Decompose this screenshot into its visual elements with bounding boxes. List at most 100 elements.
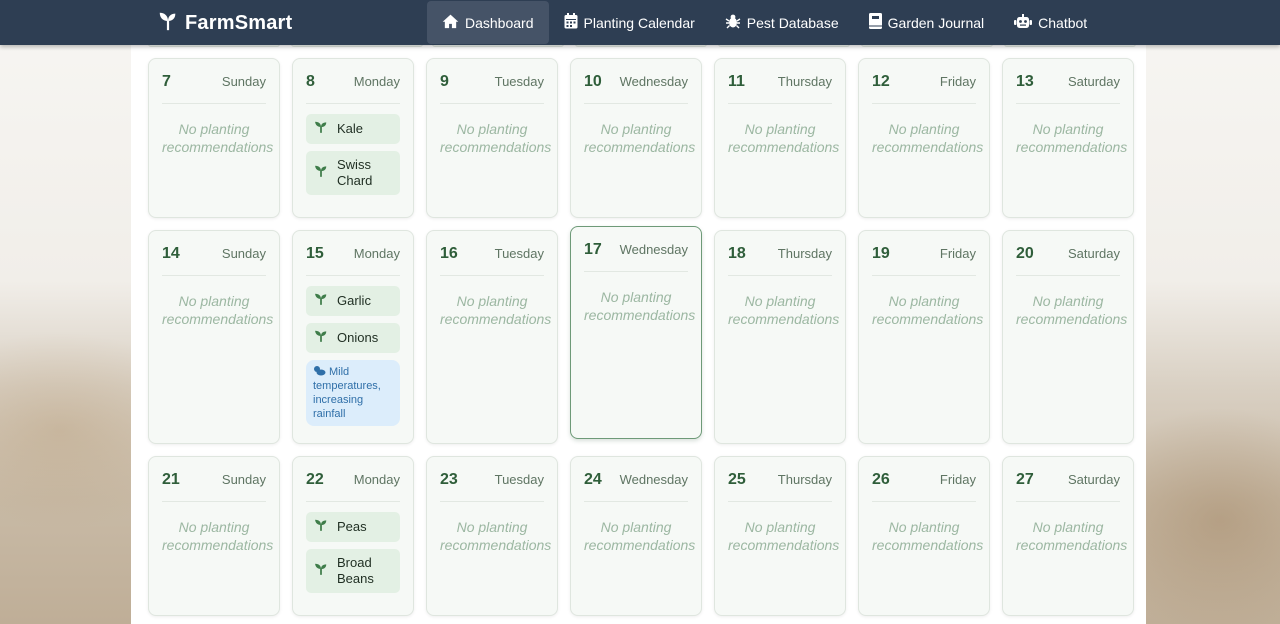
day-number: 25: [728, 471, 746, 488]
day-weekday: Tuesday: [494, 74, 544, 89]
day-weekday: Saturday: [1067, 74, 1120, 89]
day-header: 17 Wednesday: [584, 241, 688, 272]
journal-icon: [868, 13, 888, 32]
day-header: 7 Sunday: [162, 73, 266, 104]
robot-icon: [1014, 13, 1038, 32]
day-number: 27: [1016, 471, 1034, 488]
empty-state-text: No planting recommendations: [728, 121, 840, 155]
day-number: 11: [728, 73, 745, 90]
day-weekday: Tuesday: [494, 472, 544, 487]
crop-recommendation[interactable]: Swiss Chard: [306, 151, 400, 195]
empty-state-text: No planting recommendations: [728, 293, 840, 327]
day-header: 8 Monday: [306, 73, 400, 104]
seedling-icon: [314, 120, 337, 138]
crop-recommendation[interactable]: Peas: [306, 512, 400, 542]
day-number: 20: [1016, 245, 1034, 262]
week-row: 21 Sunday No planting recommendations 22 Mon…: [148, 456, 1134, 616]
empty-state-text: No planting recommendations: [584, 289, 696, 323]
day-number: 26: [872, 471, 890, 488]
day-number: 18: [728, 245, 746, 262]
week-row: 7 Sunday No planting recommendations 8 Monda…: [148, 58, 1134, 218]
seedling-icon: [314, 292, 337, 310]
weather-note: Mild temperatures, increasing rainfall: [306, 360, 400, 426]
nav-garden-journal[interactable]: Garden Journal: [854, 1, 1000, 44]
crop-recommendation[interactable]: Broad Beans: [306, 549, 400, 593]
day-weekday: Monday: [353, 74, 400, 89]
empty-state-text: No planting recommendations: [162, 519, 274, 553]
day-header: 13 Saturday: [1016, 73, 1120, 104]
calendar-icon: [564, 13, 584, 32]
day-card[interactable]: 16 Tuesday No planting recommendations: [426, 230, 558, 444]
seedling-icon: [314, 518, 337, 536]
day-card[interactable]: 15 Monday Garlic Onions Mild temperatures, i…: [292, 230, 414, 444]
crop-recommendation[interactable]: Garlic: [306, 286, 400, 316]
calendar-panel: 7 Sunday No planting recommendations 8 Monda…: [131, 44, 1146, 624]
day-header: 15 Monday: [306, 245, 400, 276]
day-card[interactable]: 25 Thursday No planting recommendations: [714, 456, 846, 616]
brand-logo[interactable]: FarmSmart: [157, 10, 292, 37]
nav-links: Dashboard Planting Calendar Pest Databas…: [427, 0, 1102, 45]
day-card[interactable]: 11 Thursday No planting recommendations: [714, 58, 846, 218]
day-card[interactable]: 18 Thursday No planting recommendations: [714, 230, 846, 444]
day-card[interactable]: 14 Sunday No planting recommendations: [148, 230, 280, 444]
empty-state-text: No planting recommendations: [440, 519, 552, 553]
nav-planting-calendar[interactable]: Planting Calendar: [549, 1, 710, 44]
nav-dashboard[interactable]: Dashboard: [427, 1, 549, 44]
day-header: 26 Friday: [872, 471, 976, 502]
day-weekday: Wednesday: [619, 242, 688, 257]
empty-state-text: No planting recommendations: [1016, 293, 1128, 327]
empty-state-text: No planting recommendations: [1016, 121, 1128, 155]
day-weekday: Tuesday: [494, 246, 544, 261]
day-weekday: Thursday: [777, 472, 832, 487]
nav-pest-database[interactable]: Pest Database: [710, 1, 854, 44]
empty-state-text: No planting recommendations: [584, 519, 696, 553]
day-card[interactable]: 20 Saturday No planting recommendations: [1002, 230, 1134, 444]
day-card[interactable]: 7 Sunday No planting recommendations: [148, 58, 280, 218]
day-number: 21: [162, 471, 180, 488]
day-card[interactable]: 19 Friday No planting recommendations: [858, 230, 990, 444]
crop-recommendation[interactable]: Kale: [306, 114, 400, 144]
day-card[interactable]: 8 Monday Kale Swiss Chard: [292, 58, 414, 218]
day-weekday: Thursday: [777, 74, 832, 89]
day-card[interactable]: 10 Wednesday No planting recommendations: [570, 58, 702, 218]
seedling-icon: [314, 329, 337, 347]
seedling-icon: [314, 562, 337, 580]
day-header: 23 Tuesday: [440, 471, 544, 502]
cloud-sun-icon: [313, 366, 329, 378]
day-number: 15: [306, 245, 324, 262]
day-card[interactable]: 13 Saturday No planting recommendations: [1002, 58, 1134, 218]
day-weekday: Wednesday: [619, 74, 688, 89]
day-card[interactable]: 21 Sunday No planting recommendations: [148, 456, 280, 616]
day-card[interactable]: 24 Wednesday No planting recommendations: [570, 456, 702, 616]
day-header: 25 Thursday: [728, 471, 832, 502]
day-number: 10: [584, 73, 602, 90]
seedling-icon: [314, 164, 337, 182]
day-card[interactable]: 27 Saturday No planting recommendations: [1002, 456, 1134, 616]
nav-chatbot[interactable]: Chatbot: [999, 1, 1102, 44]
day-card[interactable]: 12 Friday No planting recommendations: [858, 58, 990, 218]
day-header: 22 Monday: [306, 471, 400, 502]
crop-recommendation[interactable]: Onions: [306, 323, 400, 353]
day-card[interactable]: 9 Tuesday No planting recommendations: [426, 58, 558, 218]
day-weekday: Friday: [939, 472, 976, 487]
day-number: 22: [306, 471, 324, 488]
day-number: 7: [162, 73, 171, 90]
day-header: 10 Wednesday: [584, 73, 688, 104]
nav-label: Dashboard: [465, 14, 534, 31]
day-weekday: Monday: [353, 246, 400, 261]
day-card[interactable]: 26 Friday No planting recommendations: [858, 456, 990, 616]
empty-state-text: No planting recommendations: [872, 519, 984, 553]
day-number: 19: [872, 245, 890, 262]
day-card-today[interactable]: 17 Wednesday No planting recommendations: [570, 226, 702, 439]
day-card[interactable]: 23 Tuesday No planting recommendations: [426, 456, 558, 616]
day-weekday: Saturday: [1067, 246, 1120, 261]
day-header: 9 Tuesday: [440, 73, 544, 104]
bug-icon: [725, 13, 747, 32]
day-number: 24: [584, 471, 602, 488]
day-card[interactable]: 22 Monday Peas Broad Beans: [292, 456, 414, 616]
day-number: 14: [162, 245, 180, 262]
empty-state-text: No planting recommendations: [872, 121, 984, 155]
day-header: 27 Saturday: [1016, 471, 1120, 502]
sprout-logo-icon: [157, 10, 179, 37]
top-navbar: FarmSmart Dashboard Planting Calendar Pe…: [0, 0, 1280, 45]
